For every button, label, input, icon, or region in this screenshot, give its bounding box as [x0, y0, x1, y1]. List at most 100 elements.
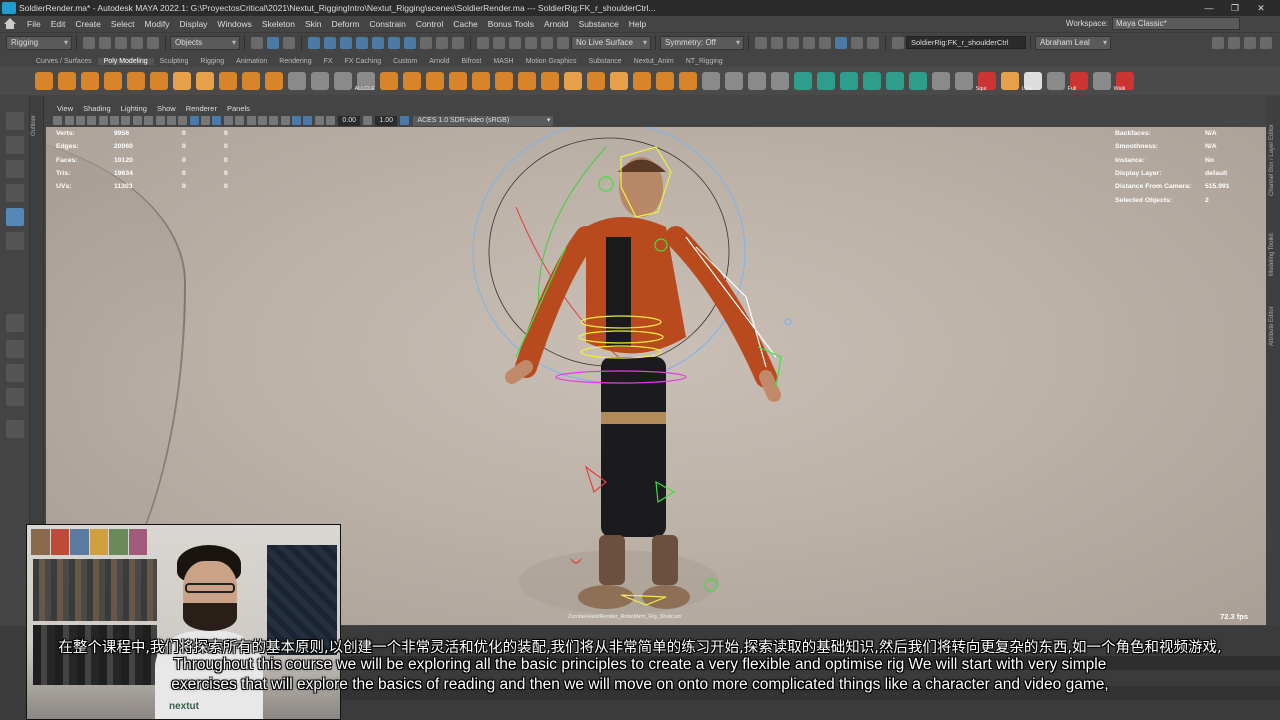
isolate-select-icon[interactable]	[280, 116, 290, 125]
select-camera-icon[interactable]	[53, 116, 63, 125]
home-icon[interactable]	[4, 18, 16, 30]
shelf-tab-motion-graphics[interactable]: Motion Graphics	[520, 58, 583, 65]
shelf-tab-substance[interactable]: Substance	[583, 58, 628, 65]
light-editor-icon[interactable]	[851, 36, 863, 49]
snap-point-icon[interactable]	[509, 36, 521, 49]
scale-tool-icon[interactable]	[6, 232, 24, 250]
object-mode-icon[interactable]	[267, 36, 279, 49]
viewport-menu-lighting[interactable]: Lighting	[116, 104, 152, 113]
shadows-icon[interactable]	[235, 116, 245, 125]
shelf-tab-animation[interactable]: Animation	[230, 58, 273, 65]
image-plane-icon[interactable]	[87, 116, 97, 125]
channel-box-tab[interactable]: Channel Box / Layer Editor	[1269, 124, 1275, 196]
merge-icon[interactable]	[609, 72, 628, 90]
arnold-render-icon[interactable]	[835, 36, 847, 49]
snap-projected-icon[interactable]	[557, 36, 569, 49]
append-polygon-icon[interactable]	[632, 72, 651, 90]
select-tool-icon[interactable]	[6, 112, 24, 130]
channel-box-icon[interactable]	[1260, 36, 1272, 49]
menu-select[interactable]: Select	[106, 19, 140, 29]
attribute-editor-tab[interactable]: Attribute Editor	[1269, 306, 1275, 346]
film-gate-icon[interactable]	[110, 116, 120, 125]
select-render-icon[interactable]	[404, 36, 416, 49]
character-avatar-icon[interactable]	[1000, 72, 1019, 90]
hierarchy-mode-icon[interactable]	[251, 36, 263, 49]
ipr-render-icon[interactable]	[787, 36, 799, 49]
render-view-icon[interactable]	[755, 36, 767, 49]
measure-tool-icon[interactable]	[287, 72, 306, 90]
two-pane-layout-icon[interactable]	[6, 364, 24, 382]
menuset-dropdown[interactable]: Rigging	[6, 35, 72, 50]
freeze-transform-icon[interactable]	[333, 72, 352, 90]
menu-substance[interactable]: Substance	[574, 19, 624, 29]
sidebar-toggle-icon[interactable]	[892, 36, 904, 49]
menu-arnold[interactable]: Arnold	[539, 19, 574, 29]
undo-icon[interactable]	[131, 36, 143, 49]
poly-cone-icon[interactable]	[103, 72, 122, 90]
shelf-tab-rendering[interactable]: Rendering	[273, 58, 317, 65]
safe-action-icon[interactable]	[155, 116, 165, 125]
shelf-tab-mash[interactable]: MASH	[487, 58, 519, 65]
menu-modify[interactable]: Modify	[140, 19, 175, 29]
sculpt-tool-icon[interactable]	[954, 72, 973, 90]
live-surface-dropdown[interactable]: No Live Surface	[571, 35, 651, 50]
select-joint-icon[interactable]	[324, 36, 336, 49]
textured-icon[interactable]	[212, 116, 222, 125]
gamma-icon[interactable]	[363, 116, 373, 125]
snap-live-icon[interactable]	[541, 36, 553, 49]
lock-selection-icon[interactable]	[436, 36, 448, 49]
viewport-menu-view[interactable]: View	[52, 104, 78, 113]
shelf-tab-sculpting[interactable]: Sculpting	[154, 58, 195, 65]
select-deform-icon[interactable]	[372, 36, 384, 49]
select-dynamic-icon[interactable]	[388, 36, 400, 49]
default-material-icon[interactable]	[201, 116, 211, 125]
snap-grid-icon[interactable]	[477, 36, 489, 49]
retopo-icon[interactable]	[494, 72, 513, 90]
shelf-tab-nt-rigging[interactable]: NT_Rigging	[680, 58, 729, 65]
cut-uv-icon[interactable]	[885, 72, 904, 90]
open-scene-icon[interactable]	[99, 36, 111, 49]
symmetry-dropdown[interactable]: Symmetry: Off	[660, 35, 744, 50]
camera-attributes-icon[interactable]	[64, 116, 74, 125]
menu-skin[interactable]: Skin	[300, 19, 327, 29]
select-handle-icon[interactable]	[308, 36, 320, 49]
viewport-menu-shading[interactable]: Shading	[78, 104, 116, 113]
grid-toggle-icon[interactable]	[98, 116, 108, 125]
shelf-tab-fx[interactable]: FX	[318, 58, 339, 65]
outliner-side-tab[interactable]: Outliner	[30, 96, 44, 526]
remesh-icon[interactable]	[471, 72, 490, 90]
poly-torus-icon[interactable]	[126, 72, 145, 90]
shelf-tab-arnold[interactable]: Arnold	[423, 58, 455, 65]
menu-bonus-tools[interactable]: Bonus Tools	[483, 19, 539, 29]
menu-edit[interactable]: Edit	[46, 19, 71, 29]
shelf-tab-curves-surfaces[interactable]: Curves / Surfaces	[30, 58, 98, 65]
character-model[interactable]	[505, 157, 781, 614]
menu-help[interactable]: Help	[624, 19, 651, 29]
viewport-menu-renderer[interactable]: Renderer	[181, 104, 222, 113]
menu-control[interactable]: Control	[411, 19, 448, 29]
close-button[interactable]: ✕	[1248, 3, 1274, 14]
menu-windows[interactable]: Windows	[212, 19, 256, 29]
exposure-icon[interactable]	[326, 116, 336, 125]
pause-viewport-icon[interactable]	[867, 36, 879, 49]
multicut-icon[interactable]	[701, 72, 720, 90]
redo-icon[interactable]	[147, 36, 159, 49]
bevel-icon[interactable]	[586, 72, 605, 90]
wireframe-icon[interactable]	[178, 116, 188, 125]
shelf-tab-rigging[interactable]: Rigging	[194, 58, 230, 65]
walk-icon[interactable]: Walk	[1114, 72, 1134, 92]
xray-icon[interactable]	[292, 116, 302, 125]
ambient-occlusion-icon[interactable]	[246, 116, 256, 125]
lasso-tool-icon[interactable]	[6, 136, 24, 154]
user-account-dropdown[interactable]: Abraham Leal	[1035, 35, 1111, 50]
lra-icon[interactable]: LRA	[1022, 72, 1042, 92]
attribute-editor-icon[interactable]	[1228, 36, 1240, 49]
smooth-shade-icon[interactable]	[189, 116, 199, 125]
shelf-tab-poly-modeling[interactable]: Poly Modeling	[97, 58, 154, 65]
zoom-search-icon[interactable]	[6, 420, 24, 438]
poly-sphere-icon[interactable]	[34, 72, 53, 90]
target-weld-icon[interactable]	[678, 72, 697, 90]
uv-editor-icon[interactable]	[793, 72, 812, 90]
selection-mode-dropdown[interactable]: Objects	[170, 35, 240, 50]
menu-cache[interactable]: Cache	[448, 19, 483, 29]
